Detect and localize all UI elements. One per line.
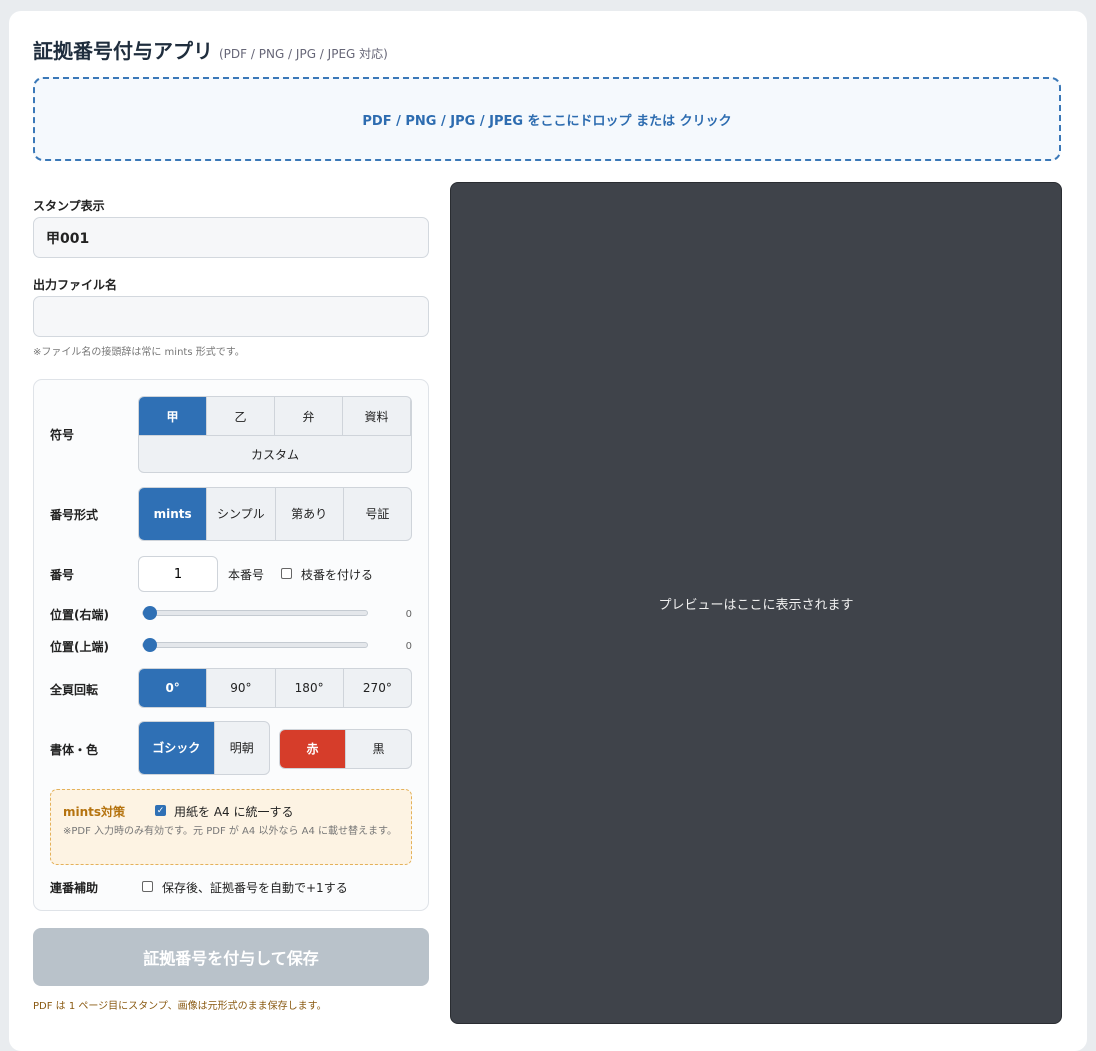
- rotation-option-90[interactable]: 90°: [207, 669, 276, 707]
- symbol-option-custom[interactable]: カスタム: [139, 436, 411, 472]
- rotation-selector: 0° 90° 180° 270°: [138, 668, 412, 708]
- format-label: 番号形式: [50, 508, 99, 522]
- branch-number-label: 枝番を付ける: [301, 568, 374, 582]
- format-option-simple[interactable]: シンプル: [207, 488, 276, 540]
- auto-increment-checkbox[interactable]: [142, 881, 153, 892]
- color-option-black[interactable]: 黒: [346, 730, 411, 768]
- symbol-option-otsu[interactable]: 乙: [207, 397, 275, 435]
- format-option-mints[interactable]: mints: [139, 488, 208, 540]
- output-filename-label: 出力ファイル名: [33, 278, 118, 292]
- number-label: 番号: [50, 568, 75, 582]
- pos-top-label: 位置(上端): [50, 640, 109, 654]
- file-dropzone[interactable]: PDF / PNG / JPG / JPEG をここにドロップ または クリック: [33, 77, 1061, 161]
- color-option-red[interactable]: 赤: [280, 730, 346, 768]
- number-input[interactable]: [138, 556, 218, 592]
- left-column: スタンプ表示 出力ファイル名 ※ファイル名の接頭辞は常に mints 形式です。: [33, 197, 429, 358]
- rotation-option-0[interactable]: 0°: [139, 669, 208, 707]
- preview-placeholder: プレビューはここに表示されます: [658, 597, 854, 613]
- a4-unify-checkbox[interactable]: ✓: [155, 805, 166, 816]
- color-selector: 赤 黒: [279, 729, 412, 769]
- pos-right-value: 0: [405, 609, 412, 620]
- a4-unify-label: 用紙を A4 に統一する: [174, 805, 294, 819]
- save-button[interactable]: 証拠番号を付与して保存: [33, 928, 429, 986]
- format-selector: mints シンプル 第あり 号証: [138, 487, 412, 541]
- pos-right-slider[interactable]: [142, 606, 368, 620]
- pos-top-value: 0: [405, 641, 412, 652]
- rotation-option-180[interactable]: 180°: [276, 669, 344, 707]
- output-filename-input[interactable]: [33, 296, 429, 337]
- preview-area: プレビューはここに表示されます: [450, 182, 1062, 1024]
- app-card: 証拠番号付与アプリ (PDF / PNG / JPG / JPEG 対応) PD…: [9, 11, 1087, 1051]
- mints-title: mints対策: [63, 805, 126, 819]
- symbol-selector: 甲 乙 弁 資料 カスタム: [138, 396, 412, 473]
- symbol-option-ben[interactable]: 弁: [275, 397, 343, 435]
- pos-right-label: 位置(右端): [50, 608, 109, 622]
- serial-label: 連番補助: [50, 881, 99, 895]
- font-selector: ゴシック 明朝: [138, 721, 270, 775]
- font-option-gothic[interactable]: ゴシック: [139, 722, 215, 774]
- pos-top-slider[interactable]: [142, 638, 368, 652]
- dropzone-text: PDF / PNG / JPG / JPEG をここにドロップ または クリック: [362, 113, 732, 129]
- title-row: 証拠番号付与アプリ (PDF / PNG / JPG / JPEG 対応): [33, 35, 388, 67]
- rotation-option-270[interactable]: 270°: [344, 669, 411, 707]
- symbol-option-shiryo[interactable]: 資料: [343, 397, 411, 435]
- symbol-option-ko[interactable]: 甲: [139, 397, 207, 435]
- stamp-label: スタンプ表示: [33, 199, 105, 213]
- page-title: 証拠番号付与アプリ: [33, 39, 213, 63]
- pos-top-slider-thumb[interactable]: [143, 638, 157, 652]
- font-color-label: 書体・色: [50, 743, 99, 757]
- font-option-mincho[interactable]: 明朝: [215, 722, 270, 774]
- format-option-gosho[interactable]: 号証: [344, 488, 411, 540]
- settings-panel: 符号 甲 乙 弁 資料 カスタム 番号形式 mints シンプル 第あり 号証 …: [33, 379, 429, 911]
- format-option-dai[interactable]: 第あり: [276, 488, 344, 540]
- mints-note: ※PDF 入力時のみ有効です。元 PDF が A4 以外なら A4 に載せ替えま…: [63, 826, 398, 837]
- mints-box: mints対策 ✓ 用紙を A4 に統一する ※PDF 入力時のみ有効です。元 …: [50, 789, 412, 865]
- footer-note: PDF は 1 ページ目にスタンプ、画像は元形式のまま保存します。: [33, 1001, 327, 1012]
- branch-number-checkbox[interactable]: [281, 568, 292, 579]
- stamp-input[interactable]: [33, 217, 429, 258]
- pos-right-slider-thumb[interactable]: [143, 606, 157, 620]
- main-number-label: 本番号: [228, 568, 265, 582]
- page-subtitle: (PDF / PNG / JPG / JPEG 対応): [219, 47, 388, 61]
- rotation-label: 全頁回転: [50, 683, 99, 697]
- symbol-label: 符号: [50, 428, 75, 442]
- output-filename-hint: ※ファイル名の接頭辞は常に mints 形式です。: [33, 347, 245, 358]
- auto-increment-label: 保存後、証拠番号を自動で+1する: [162, 881, 348, 895]
